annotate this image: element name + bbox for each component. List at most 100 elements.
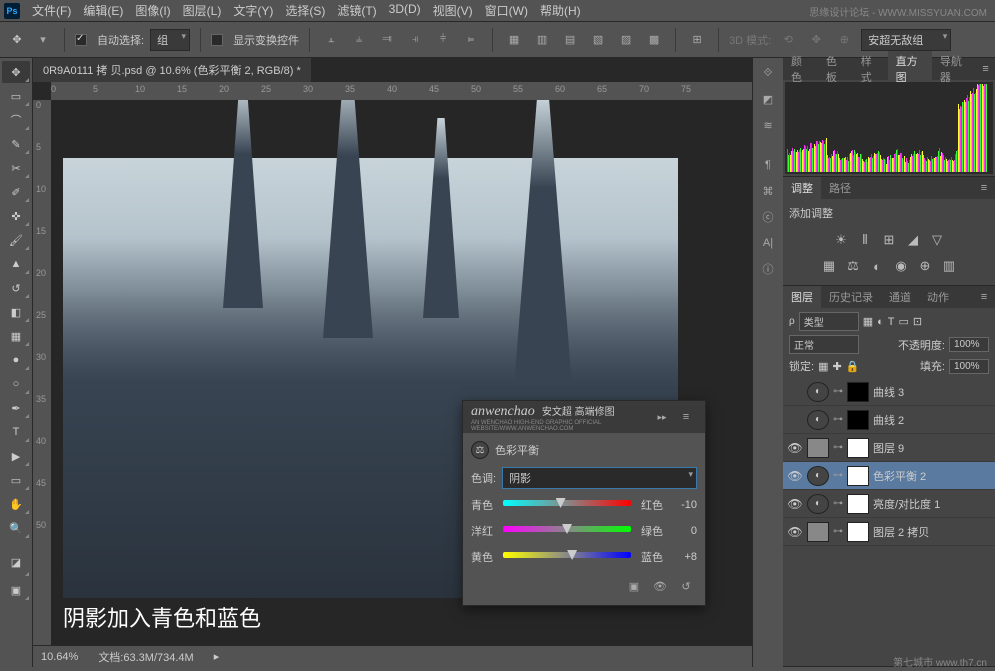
zoom-level[interactable]: 10.64% — [41, 651, 78, 663]
lasso-tool[interactable]: ⌒ — [2, 109, 30, 131]
layer-name[interactable]: 曲线 2 — [873, 412, 991, 428]
adj-bw-icon[interactable]: ◐ — [868, 257, 886, 275]
tab-图层[interactable]: 图层 — [783, 286, 821, 308]
slider-value[interactable]: -10 — [667, 499, 697, 511]
eyedropper-tool[interactable]: ✐ — [2, 181, 30, 203]
dodge-tool[interactable]: ○ — [2, 373, 30, 395]
menu-文件[interactable]: 文件(F) — [26, 0, 77, 21]
dialog-collapse-icon[interactable]: ▸▸ — [651, 406, 673, 428]
menu-窗口[interactable]: 窗口(W) — [479, 0, 534, 21]
filter-type-icon[interactable]: T — [888, 316, 895, 328]
type-tool[interactable]: T — [2, 421, 30, 443]
slider-track[interactable] — [503, 526, 631, 536]
layer-row[interactable]: 👁 ⊶ 图层 2 拷贝 — [783, 518, 995, 546]
auto-select-checkbox[interactable] — [75, 34, 87, 46]
tab-通道[interactable]: 通道 — [881, 286, 919, 308]
workspace-preset[interactable]: 安超无敌组 — [861, 29, 951, 51]
lock-pixels-icon[interactable]: ▦ — [818, 360, 828, 373]
visibility-toggle[interactable]: 👁 — [787, 469, 803, 483]
filter-pixel-icon[interactable]: ▦ — [863, 315, 873, 328]
adj-brightness-icon[interactable]: ☀ — [832, 231, 850, 249]
adj-channel-mixer-icon[interactable]: ⊕ — [916, 257, 934, 275]
adj-lut-icon[interactable]: ▥ — [940, 257, 958, 275]
mask-thumb[interactable] — [847, 466, 869, 486]
crop-tool[interactable]: ✂ — [2, 157, 30, 179]
layer-filter-type[interactable]: 类型 — [799, 312, 859, 331]
panel-icon-info[interactable]: ⓘ — [757, 258, 779, 280]
blur-tool[interactable]: ● — [2, 349, 30, 371]
layer-name[interactable]: 曲线 3 — [873, 384, 991, 400]
tab-动作[interactable]: 动作 — [919, 286, 957, 308]
stamp-tool[interactable]: ▲ — [2, 253, 30, 275]
panel-icon-paragraph[interactable]: ¶ — [757, 154, 779, 176]
align-hcenter-icon[interactable]: ⫩ — [432, 29, 454, 51]
visibility-toggle[interactable]: 👁 — [787, 441, 803, 455]
menu-选择[interactable]: 选择(S) — [279, 0, 331, 21]
adj-curves-icon[interactable]: ⊞ — [880, 231, 898, 249]
layer-row[interactable]: 👁◐⊶亮度/对比度 1 — [783, 490, 995, 518]
menu-图层[interactable]: 图层(L) — [177, 0, 228, 21]
distribute-4-icon[interactable]: ▧ — [587, 29, 609, 51]
distribute-6-icon[interactable]: ▩ — [643, 29, 665, 51]
panel-menu-icon[interactable]: ≡ — [976, 58, 995, 80]
panel-icon-cc[interactable]: ⓒ — [757, 206, 779, 228]
menu-3D[interactable]: 3D(D) — [383, 0, 427, 21]
path-select-tool[interactable]: ▶ — [2, 445, 30, 467]
menu-视图[interactable]: 视图(V) — [427, 0, 479, 21]
align-right-icon[interactable]: ⫢ — [460, 29, 482, 51]
panel-menu-icon[interactable]: ≡ — [973, 286, 995, 308]
arrange-icon[interactable]: ⊞ — [686, 29, 708, 51]
dialog-clip-icon[interactable]: ▣ — [623, 575, 645, 597]
link-icon[interactable]: ⊶ — [833, 526, 843, 537]
mask-thumb[interactable] — [847, 410, 869, 430]
quick-mask-toggle[interactable]: ▣ — [2, 579, 30, 601]
quick-select-tool[interactable]: ✎ — [2, 133, 30, 155]
status-expand-icon[interactable]: ▸ — [214, 650, 220, 663]
gradient-tool[interactable]: ▦ — [2, 325, 30, 347]
distribute-2-icon[interactable]: ▥ — [531, 29, 553, 51]
menu-滤镜[interactable]: 滤镜(T) — [331, 0, 382, 21]
lock-position-icon[interactable]: ✚ — [832, 360, 841, 373]
tab-历史记录[interactable]: 历史记录 — [821, 286, 881, 308]
history-brush-tool[interactable]: ↺ — [2, 277, 30, 299]
filter-smart-icon[interactable]: ⊡ — [913, 315, 922, 328]
auto-select-target[interactable]: 组 — [150, 29, 190, 51]
dialog-reset-icon[interactable]: ↺ — [675, 575, 697, 597]
pen-tool[interactable]: ✒ — [2, 397, 30, 419]
align-bottom-icon[interactable]: ⫥ — [376, 29, 398, 51]
distribute-3-icon[interactable]: ▤ — [559, 29, 581, 51]
menu-编辑[interactable]: 编辑(E) — [77, 0, 129, 21]
tone-dropdown[interactable]: 阴影 — [502, 467, 697, 489]
visibility-toggle[interactable]: 👁 — [787, 525, 803, 539]
align-vcenter-icon[interactable]: ⫨ — [348, 29, 370, 51]
panel-menu-icon[interactable]: ≡ — [973, 177, 995, 199]
menu-帮助[interactable]: 帮助(H) — [534, 0, 587, 21]
layer-name[interactable]: 色彩平衡 2 — [873, 468, 991, 484]
slider-value[interactable]: +8 — [667, 551, 697, 563]
filter-shape-icon[interactable]: ▭ — [899, 315, 909, 328]
mask-thumb[interactable] — [847, 494, 869, 514]
mask-thumb[interactable] — [847, 438, 869, 458]
marquee-tool[interactable]: ▭ — [2, 85, 30, 107]
link-icon[interactable]: ⊶ — [833, 498, 843, 509]
panel-icon-libraries[interactable]: ⌘ — [757, 180, 779, 202]
adj-photo-filter-icon[interactable]: ◉ — [892, 257, 910, 275]
slider-value[interactable]: 0 — [667, 525, 697, 537]
slider-track[interactable] — [503, 552, 631, 562]
move-tool[interactable]: ✥ — [2, 61, 30, 83]
lock-all-icon[interactable]: 🔒 — [846, 360, 860, 373]
menu-文字[interactable]: 文字(Y) — [227, 0, 279, 21]
shape-tool[interactable]: ▭ — [2, 469, 30, 491]
mask-thumb[interactable] — [847, 382, 869, 402]
distribute-5-icon[interactable]: ▨ — [615, 29, 637, 51]
document-size[interactable]: 文档:63.3M/734.4M — [98, 649, 193, 665]
layer-row[interactable]: ◐⊶曲线 2 — [783, 406, 995, 434]
panel-icon-swatches[interactable]: ◩ — [757, 88, 779, 110]
layer-row[interactable]: ◐⊶曲线 3 — [783, 378, 995, 406]
layer-row[interactable]: 👁⊶图层 9 — [783, 434, 995, 462]
healing-tool[interactable]: ✜ — [2, 205, 30, 227]
mask-thumb[interactable] — [847, 522, 869, 542]
layer-name[interactable]: 亮度/对比度 1 — [873, 496, 991, 512]
document-tab[interactable]: 0R9A0111 拷 贝.psd @ 10.6% (色彩平衡 2, RGB/8)… — [33, 58, 312, 82]
layer-name[interactable]: 图层 2 拷贝 — [873, 524, 991, 540]
